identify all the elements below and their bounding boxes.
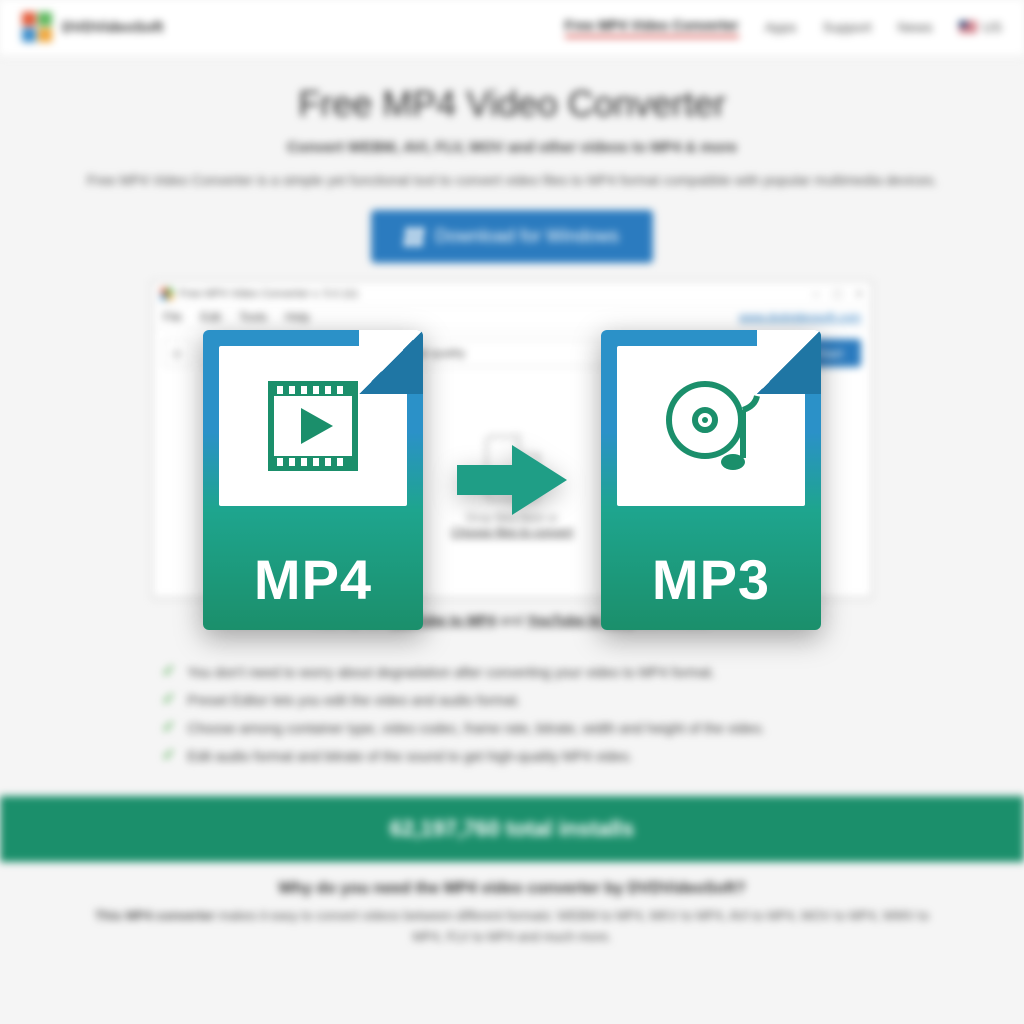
drop-area[interactable]: Drop files here or Choose files to conve…	[153, 377, 871, 597]
installs-banner: 62,197,760 total installs	[0, 796, 1024, 862]
feature-row: ✓ You don't need to worry about degradat…	[162, 658, 862, 686]
feature-row: ✓ Edit audio format and bitrate of the s…	[162, 742, 862, 770]
window-controls: – □ ×	[812, 286, 863, 301]
download-button[interactable]: Download for Windows	[371, 210, 653, 263]
check-icon: ✓	[162, 664, 175, 680]
flag-us-icon	[959, 21, 977, 33]
close-icon[interactable]: ×	[855, 286, 863, 301]
feature-row: ✓ Choose among container type, video cod…	[162, 714, 862, 742]
windows-icon	[404, 228, 425, 246]
choose-files-link[interactable]: Choose files to convert	[451, 525, 573, 539]
blurred-background: DVDVideoSoft Free MP4 Video Converter Ap…	[0, 0, 1024, 1024]
menu-help[interactable]: Help	[285, 310, 310, 324]
feature-row: ✓ Preset Editor lets you edit the video …	[162, 686, 862, 714]
gear-icon: ⚙	[716, 346, 727, 360]
topbar: DVDVideoSoft Free MP4 Video Converter Ap…	[0, 0, 1024, 57]
link-yt-mp3[interactable]: YouTube to MP3	[527, 612, 635, 628]
brand[interactable]: DVDVideoSoft	[22, 12, 163, 42]
why-heading: Why do you need the MP4 video converter …	[90, 880, 934, 898]
file-placeholder-icon	[485, 435, 539, 501]
check-icon: ✓	[162, 692, 175, 708]
feature-text: You don't need to worry about degradatio…	[187, 664, 714, 680]
also-try-mid: and	[500, 612, 527, 628]
why-body-bold: This MP4 converter	[95, 908, 215, 923]
format-select[interactable]: MP4 ▾	[277, 339, 367, 367]
why-body-rest: makes it easy to convert videos between …	[215, 908, 929, 944]
app-titlebar: Free MP4 Video Converter v. 5.0.111 – □ …	[153, 282, 871, 306]
download-label: Download for Windows	[435, 226, 619, 247]
folder-icon[interactable]: 📁	[239, 339, 267, 367]
feature-text: Choose among container type, video codec…	[187, 720, 764, 736]
nav-item-apps[interactable]: Apps	[765, 19, 797, 35]
also-try-suffix: Converters.	[638, 612, 710, 628]
drop-line1: Drop files here or	[466, 511, 558, 525]
nav: Free MP4 Video Converter Apps Support Ne…	[565, 17, 1002, 38]
settings-button[interactable]: ⚙ Settings	[705, 339, 787, 367]
app-logo-icon	[161, 288, 173, 300]
quality-select[interactable]: Original quality	[377, 339, 695, 367]
app-link[interactable]: www.dvdvideosoft.com	[739, 310, 861, 324]
app-menu: File Edit Tools Help www.dvdvideosoft.co…	[153, 306, 871, 329]
app-screenshot: Free MP4 Video Converter v. 5.0.111 – □ …	[152, 281, 872, 598]
feature-text: Edit audio format and bitrate of the sou…	[187, 748, 632, 764]
maximize-icon[interactable]: □	[834, 286, 842, 301]
features-list: ✓ You don't need to worry about degradat…	[162, 658, 862, 770]
logo-icon	[22, 12, 52, 42]
locale-switcher[interactable]: US	[959, 19, 1002, 35]
also-try-prefix: Also try our	[313, 612, 388, 628]
settings-label: Settings	[733, 346, 776, 360]
remove-file-icon[interactable]: －	[201, 339, 229, 367]
page-description: Free MP4 Video Converter is a simple yet…	[40, 172, 984, 188]
locale-label: US	[983, 19, 1002, 35]
why-body: This MP4 converter makes it easy to conv…	[90, 906, 934, 948]
minimize-icon[interactable]: –	[812, 286, 819, 301]
chevron-down-icon: ▾	[352, 346, 358, 360]
brand-text: DVDVideoSoft	[62, 19, 163, 36]
add-file-icon[interactable]: ＋	[163, 339, 191, 367]
start-button[interactable]: Start	[798, 339, 861, 367]
feature-text: Preset Editor lets you edit the video an…	[187, 692, 520, 708]
drop-text: Drop files here or Choose files to conve…	[451, 511, 573, 539]
format-value: MP4	[286, 346, 311, 360]
menu-edit[interactable]: Edit	[200, 310, 221, 324]
also-try: Also try our YouTube to MP4 and YouTube …	[40, 612, 984, 628]
menu-file[interactable]: File	[163, 310, 182, 324]
page-subtitle: Convert WEBM, AVI, FLV, MOV and other vi…	[40, 139, 984, 156]
why-section: Why do you need the MP4 video converter …	[0, 862, 1024, 966]
nav-item-support[interactable]: Support	[822, 19, 871, 35]
menu-tools[interactable]: Tools	[239, 310, 267, 324]
page-title: Free MP4 Video Converter	[40, 83, 984, 125]
check-icon: ✓	[162, 748, 175, 764]
hero: Free MP4 Video Converter Convert WEBM, A…	[0, 57, 1024, 658]
link-yt-mp4[interactable]: YouTube to MP4	[388, 612, 496, 628]
nav-item-news[interactable]: News	[898, 19, 933, 35]
nav-active[interactable]: Free MP4 Video Converter	[565, 17, 739, 38]
app-toolbar: ＋ － 📁 MP4 ▾ Original quality ⚙ Settings …	[153, 329, 871, 377]
app-title: Free MP4 Video Converter v. 5.0.111	[179, 288, 359, 300]
check-icon: ✓	[162, 720, 175, 736]
